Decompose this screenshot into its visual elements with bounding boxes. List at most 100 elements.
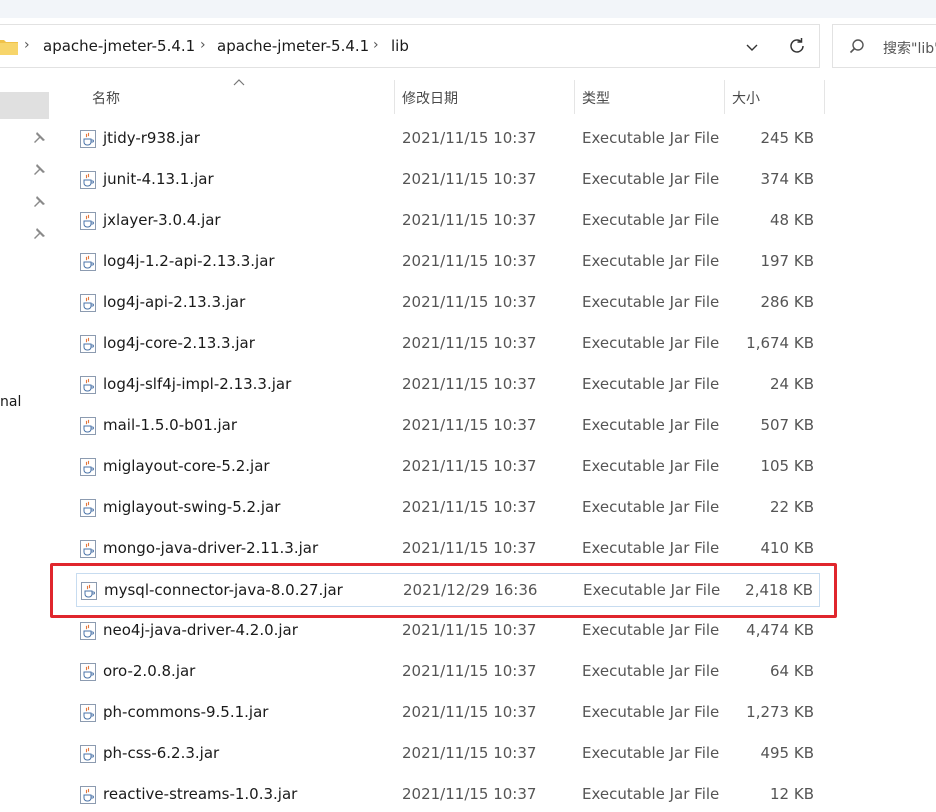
file-name: miglayout-core-5.2.jar xyxy=(103,457,270,475)
file-type: Executable Jar File xyxy=(582,170,720,188)
file-type: Executable Jar File xyxy=(582,662,720,680)
java-jar-icon xyxy=(78,498,98,518)
nav-item-label[interactable]: nal xyxy=(0,394,21,410)
column-divider[interactable] xyxy=(574,80,575,114)
file-modified: 2021/11/15 10:37 xyxy=(402,621,537,639)
file-name: junit-4.13.1.jar xyxy=(103,170,214,188)
java-jar-icon xyxy=(78,129,98,149)
file-name: reactive-streams-1.0.3.jar xyxy=(103,785,298,803)
sort-ascending-icon xyxy=(233,79,245,86)
file-modified: 2021/11/15 10:37 xyxy=(402,252,537,270)
breadcrumb-item[interactable]: lib xyxy=(391,37,409,55)
pin-icon[interactable] xyxy=(32,195,46,209)
file-name: log4j-core-2.13.3.jar xyxy=(103,334,255,352)
refresh-icon[interactable] xyxy=(786,35,808,57)
file-row[interactable]: ph-commons-9.5.1.jar 2021/11/15 10:37 Exec… xyxy=(76,696,820,730)
file-size: 1,273 KB xyxy=(746,703,814,721)
java-jar-icon xyxy=(78,252,98,272)
chevron-right-icon: › xyxy=(24,37,30,53)
file-modified: 2021/11/15 10:37 xyxy=(402,498,537,516)
file-type: Executable Jar File xyxy=(582,621,720,639)
file-row[interactable]: log4j-1.2-api-2.13.3.jar 2021/11/15 10:37… xyxy=(76,245,820,279)
breadcrumb-item[interactable]: apache-jmeter-5.4.1 xyxy=(43,37,195,55)
file-type: Executable Jar File xyxy=(582,785,720,803)
file-size: 197 KB xyxy=(760,252,814,270)
file-name: ph-css-6.2.3.jar xyxy=(103,744,220,762)
file-size: 105 KB xyxy=(760,457,814,475)
file-modified: 2021/11/15 10:37 xyxy=(402,457,537,475)
search-box[interactable]: 搜索"lib" xyxy=(832,24,936,68)
file-name: jtidy-r938.jar xyxy=(103,129,200,147)
file-modified: 2021/11/15 10:37 xyxy=(402,129,537,147)
file-name: mongo-java-driver-2.11.3.jar xyxy=(103,539,319,557)
column-header-name[interactable]: 名称 xyxy=(92,88,120,108)
chevron-right-icon: › xyxy=(200,37,206,53)
file-row[interactable]: jxlayer-3.0.4.jar 2021/11/15 10:37 Executa… xyxy=(76,204,820,238)
file-size: 286 KB xyxy=(760,293,814,311)
file-row[interactable]: mail-1.5.0-b01.jar 2021/11/15 10:37 Execut… xyxy=(76,409,820,443)
file-row[interactable]: miglayout-swing-5.2.jar 2021/11/15 10:37 E… xyxy=(76,491,820,525)
file-size: 507 KB xyxy=(760,416,814,434)
column-header-size[interactable]: 大小 xyxy=(732,88,760,108)
file-row[interactable]: mongo-java-driver-2.11.3.jar 2021/11/15 1… xyxy=(76,532,820,566)
file-row[interactable]: log4j-api-2.13.3.jar 2021/11/15 10:37 Exec… xyxy=(76,286,820,320)
file-size: 48 KB xyxy=(770,211,814,229)
file-size: 1,674 KB xyxy=(746,334,814,352)
file-modified: 2021/11/15 10:37 xyxy=(402,375,537,393)
red-highlight-box xyxy=(50,563,837,618)
file-row[interactable]: ph-css-6.2.3.jar 2021/11/15 10:37 Executab… xyxy=(76,737,820,771)
java-jar-icon xyxy=(78,457,98,477)
window-top-strip xyxy=(0,0,936,18)
file-size: 64 KB xyxy=(770,662,814,680)
java-jar-icon xyxy=(78,334,98,354)
column-divider[interactable] xyxy=(724,80,725,114)
column-header-type[interactable]: 类型 xyxy=(582,88,610,108)
address-bar[interactable]: › apache-jmeter-5.4.1 › apache-jmeter-5.… xyxy=(0,24,820,68)
file-modified: 2021/11/15 10:37 xyxy=(402,539,537,557)
file-type: Executable Jar File xyxy=(582,457,720,475)
file-row[interactable]: miglayout-core-5.2.jar 2021/11/15 10:37 Ex… xyxy=(76,450,820,484)
file-modified: 2021/11/15 10:37 xyxy=(402,170,537,188)
java-jar-icon xyxy=(78,375,98,395)
file-name: log4j-1.2-api-2.13.3.jar xyxy=(103,252,275,270)
file-modified: 2021/11/15 10:37 xyxy=(402,662,537,680)
file-type: Executable Jar File xyxy=(582,498,720,516)
nav-pane-selected-item[interactable] xyxy=(0,92,49,119)
file-size: 22 KB xyxy=(770,498,814,516)
file-size: 245 KB xyxy=(760,129,814,147)
file-modified: 2021/11/15 10:37 xyxy=(402,293,537,311)
column-divider[interactable] xyxy=(824,80,825,114)
file-type: Executable Jar File xyxy=(582,129,720,147)
java-jar-icon xyxy=(78,621,98,641)
breadcrumb-item[interactable]: apache-jmeter-5.4.1 xyxy=(217,37,369,55)
file-size: 4,474 KB xyxy=(746,621,814,639)
pin-icon[interactable] xyxy=(32,163,46,177)
file-type: Executable Jar File xyxy=(582,334,720,352)
file-row[interactable]: neo4j-java-driver-4.2.0.jar 2021/11/15 10… xyxy=(76,614,820,648)
pin-icon[interactable] xyxy=(32,227,46,241)
java-jar-icon xyxy=(78,170,98,190)
chevron-right-icon: › xyxy=(373,37,379,53)
file-row[interactable]: log4j-slf4j-impl-2.13.3.jar 2021/11/15 10… xyxy=(76,368,820,402)
file-row[interactable]: reactive-streams-1.0.3.jar 2021/11/15 10:… xyxy=(76,778,820,812)
file-modified: 2021/11/15 10:37 xyxy=(402,211,537,229)
file-modified: 2021/11/15 10:37 xyxy=(402,334,537,352)
file-size: 24 KB xyxy=(770,375,814,393)
file-row[interactable]: oro-2.0.8.jar 2021/11/15 10:37 Executable … xyxy=(76,655,820,689)
column-divider[interactable] xyxy=(394,80,395,114)
search-placeholder: 搜索"lib" xyxy=(883,41,936,57)
pin-icon[interactable] xyxy=(32,131,46,145)
file-type: Executable Jar File xyxy=(582,416,720,434)
file-modified: 2021/11/15 10:37 xyxy=(402,416,537,434)
file-row[interactable]: log4j-core-2.13.3.jar 2021/11/15 10:37 Exe… xyxy=(76,327,820,361)
file-size: 374 KB xyxy=(760,170,814,188)
file-name: miglayout-swing-5.2.jar xyxy=(103,498,281,516)
file-row[interactable]: junit-4.13.1.jar 2021/11/15 10:37 Executab… xyxy=(76,163,820,197)
file-size: 12 KB xyxy=(770,785,814,803)
file-row[interactable]: jtidy-r938.jar 2021/11/15 10:37 Executable… xyxy=(76,122,820,156)
column-header-modified[interactable]: 修改日期 xyxy=(402,88,458,108)
file-type: Executable Jar File xyxy=(582,252,720,270)
folder-icon xyxy=(0,40,18,55)
chevron-down-icon[interactable] xyxy=(742,37,762,57)
java-jar-icon xyxy=(78,785,98,805)
